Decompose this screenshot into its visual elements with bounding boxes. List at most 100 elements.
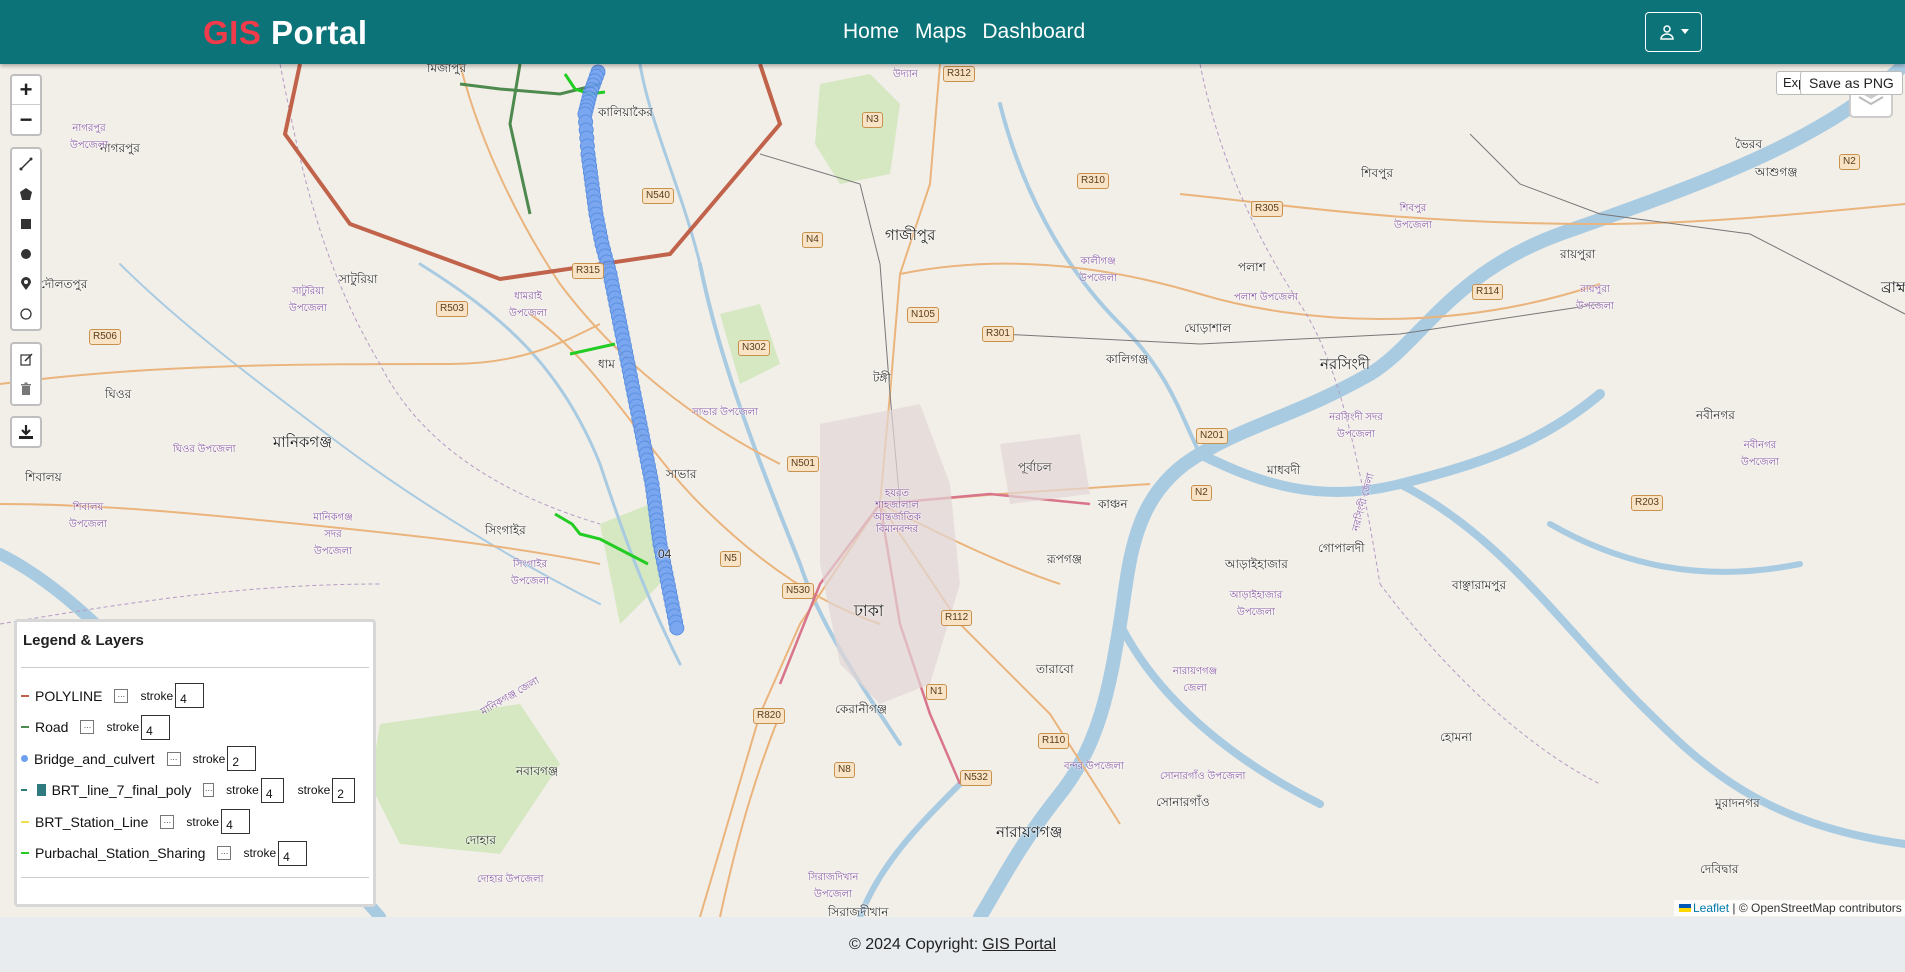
legend-stroke-input[interactable]: 2 (227, 746, 257, 772)
map-label-airport: হযরত শাহজালাল আন্তর্জাতিক বিমানবন্দর (873, 488, 921, 535)
legend-line-symbol (21, 820, 29, 823)
road-shield: N201 (1196, 428, 1228, 444)
road-shield: N2 (1191, 485, 1212, 501)
brand-text-portal: Portal (271, 14, 368, 51)
nav-maps-link[interactable]: Maps (915, 20, 966, 44)
legend-layer-name: Bridge_and_culvert (34, 750, 155, 767)
draw-circle-button[interactable] (12, 239, 40, 269)
road-shield: N530 (782, 583, 814, 599)
road-shield: N5 (720, 551, 741, 567)
road-shield: R305 (1251, 201, 1283, 217)
legend-color-picker[interactable]: ... (160, 814, 175, 829)
map-label-sonargaon-upazila: সোনারগাঁও উপজেলা (1160, 771, 1246, 782)
bridge-culvert-point (669, 620, 685, 636)
legend-row-bridge_and_culvert: Bridge_and_culvert... stroke 2 (21, 743, 369, 775)
nav-home-link[interactable]: Home (843, 20, 899, 44)
legend-stroke-label: stroke (192, 751, 226, 766)
legend-square-symbol (36, 784, 46, 797)
nav-links: Home Maps Dashboard (843, 20, 1101, 44)
draw-circlemarker-button[interactable] (12, 299, 40, 329)
map-label-udyan: উদ্যান (893, 69, 918, 80)
road-shield: N3 (862, 112, 883, 128)
draw-polygon-button[interactable] (12, 179, 40, 209)
road-shield: N302 (738, 340, 770, 356)
delete-layers-button[interactable] (12, 374, 40, 404)
legend-stroke-input[interactable]: 4 (260, 777, 284, 803)
road-shield: R503 (436, 301, 468, 317)
draw-marker-button[interactable] (12, 269, 40, 299)
legend-layer-name: POLYLINE (35, 687, 103, 704)
legend-color-picker[interactable]: ... (203, 783, 215, 798)
road-shield: N8 (834, 762, 855, 778)
page-footer: © 2024 Copyright: GIS Portal (0, 917, 1905, 972)
map-label-rupganj: রূপগঞ্জ (1047, 552, 1083, 566)
legend-stroke-input[interactable]: 4 (278, 840, 308, 866)
map-label-palash-upazila: পলাশ উপজেলা (1234, 292, 1298, 303)
legend-stroke-input[interactable]: 2 (332, 777, 356, 803)
zoom-control: + − (10, 74, 42, 136)
map-label-bhairab: ভৈরব (1735, 137, 1763, 151)
delete-icon (21, 382, 31, 395)
edit-layers-button[interactable] (12, 344, 40, 374)
draw-rectangle-button[interactable] (12, 209, 40, 239)
legend-panel: Legend & Layers POLYLINE... stroke 4 Road..… (14, 619, 376, 907)
map-label-narayanganj-district: নারায়ণগঞ্জ জেলা (1172, 666, 1218, 694)
marker-icon (21, 277, 31, 290)
legend-stroke-label: stroke (106, 720, 140, 735)
zoom-out-button[interactable]: − (12, 105, 40, 134)
chevron-down-icon (1680, 29, 1689, 34)
download-icon (19, 425, 33, 439)
download-button[interactable] (10, 416, 42, 448)
nav-dashboard-link[interactable]: Dashboard (982, 20, 1085, 44)
legend-layer-name: BRT_Station_Line (35, 813, 149, 830)
legend-color-picker[interactable]: ... (217, 846, 232, 861)
map-label-shibpur: শিবপুর (1361, 166, 1393, 180)
map-canvas[interactable]: গাজীপুর ঢাকা নরসিংদী নারায়ণগঞ্জ মানিকগঞ… (0, 64, 1905, 917)
legend-row-polyline: POLYLINE... stroke 4 (21, 680, 369, 712)
map-label-savar-upazila: সাভার উপজেলা (692, 407, 759, 418)
footer-gis-portal-link[interactable]: GIS Portal (982, 936, 1056, 954)
map-label-kaliakair: কালিয়াকৈর (598, 105, 653, 119)
legend-stroke-input[interactable]: 4 (221, 809, 251, 835)
map-label-tarabo: তারাবো (1036, 662, 1074, 676)
legend-line-symbol (21, 726, 29, 729)
road-shield: R112 (941, 610, 973, 626)
road-shield: R114 (1472, 284, 1504, 300)
map-label-muradnagar: মুরাদনগর (1715, 796, 1760, 810)
circlemarker-icon (20, 308, 32, 320)
road-shield: R312 (943, 66, 975, 82)
map-label-kanchan: কাঞ্চন (1098, 497, 1128, 511)
rectangle-icon (21, 219, 31, 229)
legend-color-picker[interactable]: ... (80, 720, 95, 735)
map-label-gazipur: গাজীপুর (885, 227, 936, 244)
road-shield: R110 (1038, 733, 1070, 749)
map-label-nawabganj: নবাবগঞ্জ (516, 764, 559, 778)
brand-logo[interactable]: GIS Portal (203, 14, 368, 52)
zoom-in-button[interactable]: + (12, 76, 40, 105)
legend-color-picker[interactable]: ... (166, 751, 181, 766)
map-label-manikganj: মানিকগঞ্জ (273, 434, 333, 451)
legend-stroke-input[interactable]: 4 (175, 683, 205, 709)
edit-toolbar (10, 342, 42, 406)
edit-icon (19, 352, 33, 366)
map-label-sonargaon: সোনারগাঁও (1156, 795, 1210, 809)
draw-polyline-button[interactable] (12, 149, 40, 179)
polyline-layer (282, 64, 783, 282)
legend-color-picker[interactable]: ... (114, 688, 129, 703)
map-label-keraniganj: কেরানীগঞ্জ (835, 702, 888, 716)
map-label-sirajdikhan: সিরাজদীখান (828, 905, 889, 917)
legend-line-symbol (21, 789, 27, 792)
legend-row-road: Road... stroke 4 (21, 712, 369, 744)
legend-stroke-label: stroke (186, 814, 220, 829)
map-label-singair-upazila: সিংগাইর উপজেলা (511, 559, 549, 587)
brand-text-gis: GIS (203, 14, 262, 51)
map-label-madhabdi: মাধবদী (1267, 463, 1301, 477)
user-menu-button[interactable] (1645, 12, 1702, 52)
road-shield: R820 (753, 708, 785, 724)
save-png-button[interactable]: Save as PNG (1800, 71, 1903, 95)
legend-stroke-input[interactable]: 4 (141, 714, 171, 740)
map-label-araihazar: আড়াইহাজার (1225, 557, 1288, 571)
circle-icon (21, 249, 31, 259)
leaflet-link[interactable]: Leaflet (1693, 901, 1729, 915)
map-label-nabinagar-upazila: নবীনগর উপজেলা (1741, 440, 1779, 468)
